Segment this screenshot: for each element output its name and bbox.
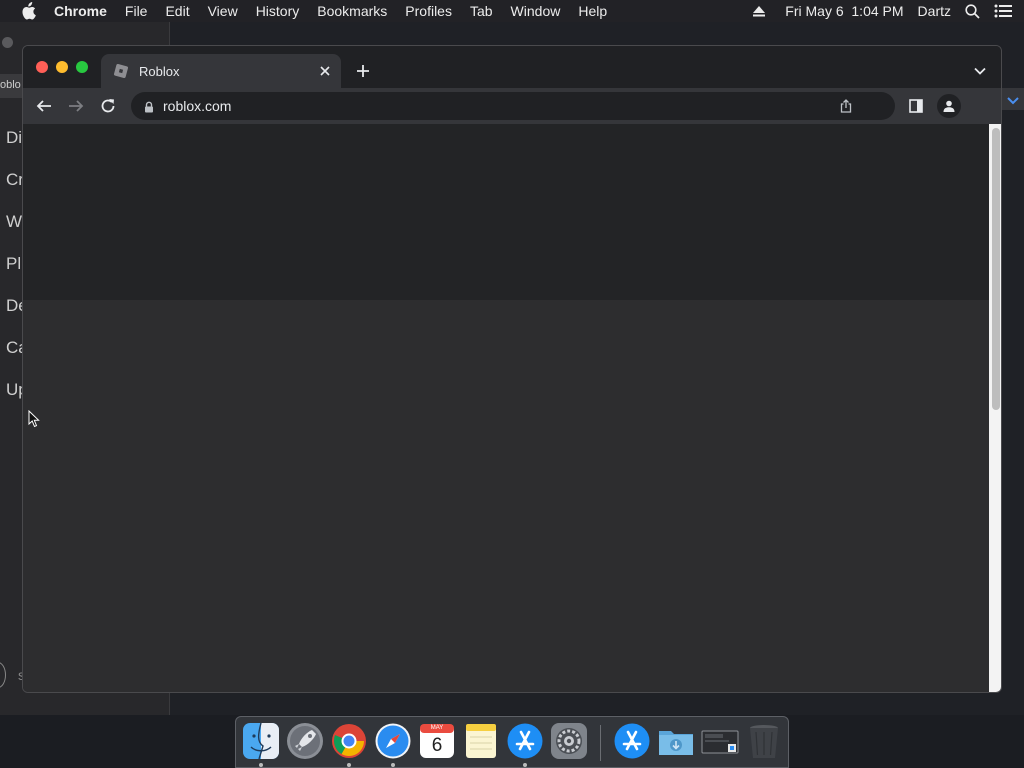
background-nav-item[interactable]: W (6, 212, 22, 232)
launchpad-icon[interactable] (286, 722, 324, 760)
dock-separator (600, 725, 601, 761)
calendar-month: MAY (430, 725, 444, 731)
chevron-down-icon[interactable] (1007, 92, 1019, 110)
running-indicator (523, 763, 527, 767)
minimize-window-button[interactable] (56, 61, 68, 73)
menu-history[interactable]: History (256, 3, 300, 19)
menu-edit[interactable]: Edit (165, 3, 189, 19)
tab-title: Roblox (139, 63, 180, 79)
notes-icon[interactable] (462, 722, 500, 760)
google-chrome-icon[interactable] (330, 722, 368, 760)
new-tab-icon[interactable] (355, 63, 371, 79)
tab-roblox[interactable]: Roblox (101, 54, 341, 88)
page-header (23, 124, 989, 300)
dock: MAY 6 (235, 716, 789, 768)
page-viewport[interactable] (23, 124, 989, 692)
calendar-day: 6 (431, 735, 443, 756)
scrollbar-thumb[interactable] (992, 128, 1000, 410)
address-bar[interactable]: roblox.com (131, 92, 895, 120)
safari-icon[interactable] (374, 722, 412, 760)
eject-icon[interactable] (753, 5, 766, 17)
lock-icon[interactable] (143, 100, 155, 113)
menubar-datetime[interactable]: Fri May 6 1:04 PM (785, 3, 903, 19)
calendar-icon[interactable]: MAY 6 (418, 722, 456, 760)
tab-strip: Roblox (23, 46, 1001, 88)
chevron-down-icon[interactable] (973, 64, 987, 78)
close-window-button[interactable] (36, 61, 48, 73)
menu-bar: Chrome File Edit View History Bookmarks … (0, 0, 1024, 22)
running-indicator (259, 763, 263, 767)
background-nav-item[interactable]: Di (6, 128, 22, 148)
url-text[interactable]: roblox.com (163, 98, 839, 114)
menu-file[interactable]: File (125, 3, 148, 19)
menu-view[interactable]: View (208, 3, 238, 19)
background-window-edge (1001, 88, 1024, 110)
menubar-user[interactable]: Dartz (918, 3, 951, 19)
background-circle-button[interactable] (0, 662, 6, 688)
menu-window[interactable]: Window (511, 3, 561, 19)
finder-icon[interactable] (242, 722, 280, 760)
app-store-icon[interactable] (613, 722, 651, 760)
mouse-cursor-icon (28, 409, 40, 428)
menu-bookmarks[interactable]: Bookmarks (317, 3, 387, 19)
system-preferences-icon[interactable] (550, 722, 588, 760)
vertical-scrollbar[interactable] (989, 124, 1001, 692)
zoom-window-button[interactable] (76, 61, 88, 73)
running-indicator (347, 763, 351, 767)
spotlight-search-icon[interactable] (965, 3, 980, 19)
forward-arrow-icon[interactable] (67, 97, 85, 115)
running-indicator (391, 763, 395, 767)
side-panel-icon[interactable] (907, 97, 925, 115)
control-center-icon[interactable] (994, 4, 1012, 18)
browser-toolbar: roblox.com (23, 88, 1001, 124)
menu-profiles[interactable]: Profiles (405, 3, 452, 19)
reload-icon[interactable] (99, 97, 117, 115)
background-window-button[interactable] (2, 37, 13, 48)
menu-help[interactable]: Help (578, 3, 607, 19)
share-icon[interactable] (839, 99, 853, 113)
screenshot-thumbnail-icon[interactable] (701, 722, 739, 760)
menu-tab[interactable]: Tab (470, 3, 493, 19)
trash-icon[interactable] (745, 722, 783, 760)
close-icon[interactable] (317, 63, 333, 79)
menu-app-name[interactable]: Chrome (54, 3, 107, 19)
app-store-icon[interactable] (506, 722, 544, 760)
downloads-folder-icon[interactable] (657, 722, 695, 760)
apple-icon[interactable] (20, 2, 38, 20)
background-tab[interactable]: oblo (0, 74, 24, 98)
background-nav-item[interactable]: Pl (6, 254, 21, 274)
chrome-window: Roblox roblox.com (22, 45, 1002, 693)
roblox-icon (113, 63, 129, 79)
profile-avatar-icon[interactable] (937, 94, 961, 118)
back-arrow-icon[interactable] (35, 97, 53, 115)
